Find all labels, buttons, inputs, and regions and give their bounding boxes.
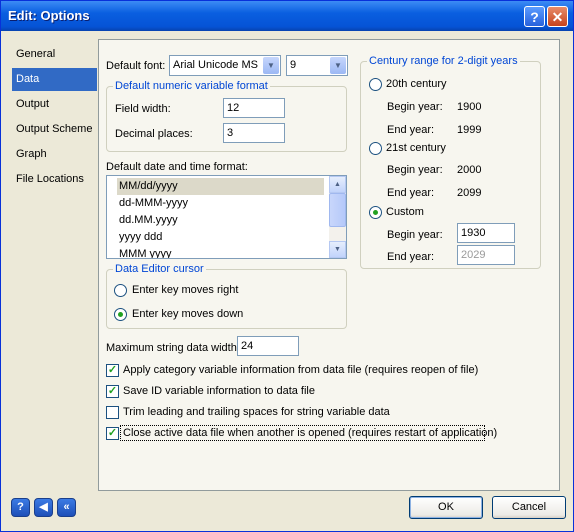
close-active-label[interactable]: Close active data file when another is o… bbox=[123, 427, 497, 439]
custom-begin-input[interactable]: 1930 bbox=[457, 223, 515, 243]
max-string-input[interactable]: 24 bbox=[237, 336, 299, 356]
help-icon[interactable]: ? bbox=[11, 498, 30, 517]
enter-moves-right-radio[interactable] bbox=[114, 284, 127, 297]
enter-moves-right-label[interactable]: Enter key moves right bbox=[132, 284, 238, 296]
tab-data[interactable]: Data bbox=[12, 68, 97, 91]
date-format-label: Default date and time format: bbox=[106, 161, 248, 173]
c21-begin-label: Begin year: bbox=[387, 164, 443, 176]
field-width-label: Field width: bbox=[115, 103, 171, 115]
window-title: Edit: Options bbox=[8, 8, 90, 23]
font-size-select[interactable]: 9 ▼ bbox=[286, 55, 348, 76]
cursor-group: Data Editor cursor Enter key moves right… bbox=[106, 263, 347, 329]
chevron-down-icon: ▼ bbox=[330, 57, 346, 74]
century-20th-radio[interactable] bbox=[369, 78, 382, 91]
enter-moves-down-radio[interactable] bbox=[114, 308, 127, 321]
help-title-button[interactable]: ? bbox=[524, 6, 545, 27]
century-group-title: Century range for 2-digit years bbox=[367, 55, 520, 67]
c20-end-value: 1999 bbox=[457, 124, 482, 136]
century-21st-label[interactable]: 21st century bbox=[386, 142, 446, 154]
close-active-checkbox[interactable]: ✓ bbox=[106, 427, 119, 440]
data-options-panel: Default font: Arial Unicode MS ▼ 9 ▼ Def… bbox=[98, 39, 560, 491]
list-item[interactable]: yyyy ddd bbox=[117, 229, 164, 246]
century-custom-radio[interactable] bbox=[369, 206, 382, 219]
date-format-list[interactable]: MM/dd/yyyy dd-MMM-yyyy dd.MM.yyyy yyyy d… bbox=[106, 175, 347, 259]
back-icon[interactable]: ◀ bbox=[34, 498, 53, 517]
ok-button[interactable]: OK bbox=[409, 496, 483, 519]
trim-spaces-checkbox[interactable] bbox=[106, 406, 119, 419]
tab-graph[interactable]: Graph bbox=[12, 143, 97, 166]
c21-end-label: End year: bbox=[387, 187, 435, 199]
tab-general[interactable]: General bbox=[12, 43, 97, 66]
century-20th-label[interactable]: 20th century bbox=[386, 78, 447, 90]
century-21st-radio[interactable] bbox=[369, 142, 382, 155]
dialog-body: General Data Output Output Scheme Graph … bbox=[4, 31, 570, 528]
max-string-label: Maximum string data width: bbox=[106, 342, 240, 354]
tab-output-scheme[interactable]: Output Scheme bbox=[12, 118, 97, 141]
list-item[interactable]: MM/dd/yyyy bbox=[117, 178, 324, 195]
apply-category-checkbox[interactable]: ✓ bbox=[106, 364, 119, 377]
apply-category-label[interactable]: Apply category variable information from… bbox=[123, 364, 478, 376]
c20-begin-label: Begin year: bbox=[387, 101, 443, 113]
cursor-group-title: Data Editor cursor bbox=[113, 263, 206, 275]
scroll-thumb[interactable] bbox=[329, 193, 346, 227]
date-format-scrollbar[interactable]: ▲ ▼ bbox=[329, 176, 346, 258]
c20-end-label: End year: bbox=[387, 124, 435, 136]
c20-begin-value: 1900 bbox=[457, 101, 482, 113]
numeric-format-group: Default numeric variable format Field wi… bbox=[106, 80, 347, 152]
default-font-label: Default font: bbox=[106, 60, 166, 72]
century-group: Century range for 2-digit years 20th cen… bbox=[360, 55, 541, 269]
font-select[interactable]: Arial Unicode MS ▼ bbox=[169, 55, 281, 76]
list-item[interactable]: dd-MMM-yyyy bbox=[117, 195, 190, 212]
c21-end-value: 2099 bbox=[457, 187, 482, 199]
enter-moves-down-label[interactable]: Enter key moves down bbox=[132, 308, 243, 320]
list-item[interactable]: dd.MM.yyyy bbox=[117, 212, 180, 229]
custom-begin-label: Begin year: bbox=[387, 229, 443, 241]
century-custom-label[interactable]: Custom bbox=[386, 206, 424, 218]
field-width-input[interactable]: 12 bbox=[223, 98, 285, 118]
close-button[interactable]: ✕ bbox=[547, 6, 568, 27]
chevron-down-icon: ▼ bbox=[263, 57, 279, 74]
tab-output[interactable]: Output bbox=[12, 93, 97, 116]
save-id-checkbox[interactable]: ✓ bbox=[106, 385, 119, 398]
decimal-places-input[interactable]: 3 bbox=[223, 123, 285, 143]
category-list: General Data Output Output Scheme Graph … bbox=[12, 41, 97, 197]
tab-file-locations[interactable]: File Locations bbox=[12, 168, 97, 191]
custom-end-input: 2029 bbox=[457, 245, 515, 265]
custom-end-label: End year: bbox=[387, 251, 435, 263]
options-dialog: Edit: Options ? ✕ General Data Output Ou… bbox=[0, 0, 574, 532]
save-id-label[interactable]: Save ID variable information to data fil… bbox=[123, 385, 315, 397]
scroll-down-icon[interactable]: ▼ bbox=[329, 241, 346, 258]
list-item[interactable]: MMM yyyy bbox=[117, 246, 174, 258]
decimal-places-label: Decimal places: bbox=[115, 128, 193, 140]
c21-begin-value: 2000 bbox=[457, 164, 482, 176]
first-icon[interactable]: « bbox=[57, 498, 76, 517]
title-bar: Edit: Options ? ✕ bbox=[1, 1, 573, 31]
scroll-up-icon[interactable]: ▲ bbox=[329, 176, 346, 193]
numeric-format-title: Default numeric variable format bbox=[113, 80, 270, 92]
trim-spaces-label[interactable]: Trim leading and trailing spaces for str… bbox=[123, 406, 390, 418]
font-select-value: Arial Unicode MS bbox=[173, 59, 258, 71]
font-size-value: 9 bbox=[290, 59, 297, 71]
cancel-button[interactable]: Cancel bbox=[492, 496, 566, 519]
